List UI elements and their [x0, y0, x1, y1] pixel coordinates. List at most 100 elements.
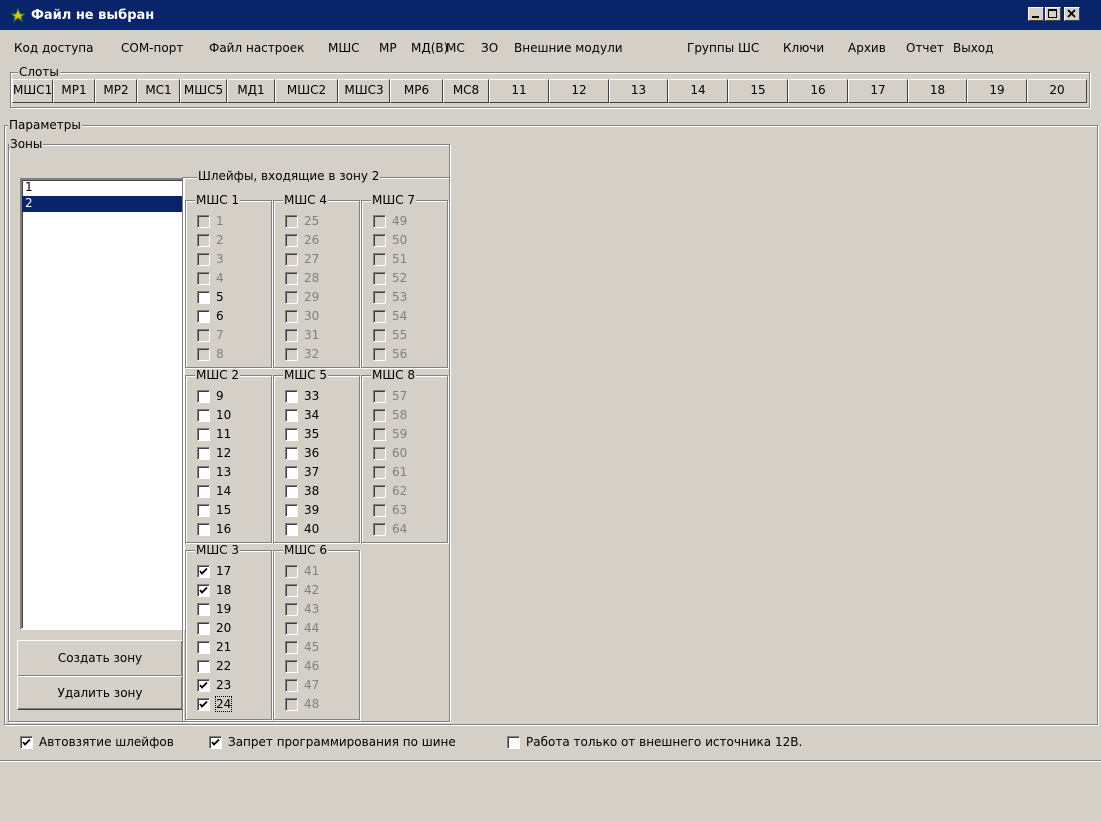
parameters-group-title: Параметры	[8, 118, 82, 132]
create-zone-button[interactable]: Создать зону	[17, 640, 183, 677]
slot-button-3[interactable]: МР2	[95, 79, 137, 103]
loop-label: 60	[392, 446, 408, 460]
loop-label: 55	[392, 328, 408, 342]
loop-checkbox	[285, 603, 298, 616]
loop-checkbox[interactable]	[285, 466, 298, 479]
slot-button-1[interactable]: МШС1	[12, 79, 53, 103]
slot-button-12[interactable]: 12	[549, 79, 609, 103]
menu-item-7[interactable]: МС	[446, 41, 465, 55]
slot-button-14[interactable]: 14	[668, 79, 728, 103]
loop-checkbox[interactable]	[285, 390, 298, 403]
loop-checkbox	[373, 310, 386, 323]
loop-checkbox[interactable]	[197, 523, 210, 536]
menu-item-6[interactable]: МД(В)	[411, 41, 448, 55]
slot-button-16[interactable]: 16	[788, 79, 848, 103]
loop-checkbox[interactable]	[197, 485, 210, 498]
loop-checkbox	[373, 215, 386, 228]
slot-button-10[interactable]: МС8	[443, 79, 489, 103]
delete-zone-button[interactable]: Удалить зону	[17, 676, 183, 710]
menu-item-2[interactable]: COM-порт	[121, 41, 183, 55]
loop-checkbox[interactable]	[197, 447, 210, 460]
loop-checkbox	[285, 329, 298, 342]
loop-checkbox	[373, 291, 386, 304]
slot-button-20[interactable]: 20	[1027, 79, 1087, 103]
menu-item-4[interactable]: МШС	[328, 41, 360, 55]
slot-button-4[interactable]: МС1	[137, 79, 180, 103]
loop-checkbox[interactable]	[197, 390, 210, 403]
loop-label: 38	[304, 484, 320, 498]
loop-checkbox[interactable]	[197, 584, 210, 597]
slot-button-9[interactable]: МР6	[390, 79, 443, 103]
module-title: МШС 7	[371, 193, 417, 207]
loop-checkbox[interactable]	[197, 660, 210, 673]
loop-checkbox[interactable]	[197, 641, 210, 654]
slot-button-11[interactable]: 11	[489, 79, 549, 103]
title-bar[interactable]: Файл не выбран	[0, 0, 1101, 30]
loop-label: 33	[304, 389, 320, 403]
slot-button-18[interactable]: 18	[908, 79, 967, 103]
loop-checkbox[interactable]	[197, 291, 210, 304]
loop-checkbox[interactable]	[197, 622, 210, 635]
loop-checkbox[interactable]	[285, 485, 298, 498]
loop-label: 6	[216, 309, 224, 323]
zone-list-item[interactable]: 1	[22, 180, 183, 196]
zone-list-item[interactable]: 2	[22, 196, 183, 212]
slot-button-6[interactable]: МД1	[227, 79, 275, 103]
loop-label: 30	[304, 309, 320, 323]
loop-label: 13	[216, 465, 232, 479]
checkmark-icon	[199, 586, 208, 594]
loop-checkbox[interactable]	[197, 565, 210, 578]
option-checkbox-3[interactable]	[507, 736, 520, 749]
loop-checkbox[interactable]	[197, 409, 210, 422]
loop-checkbox[interactable]	[285, 428, 298, 441]
loop-checkbox[interactable]	[197, 466, 210, 479]
loop-checkbox	[373, 485, 386, 498]
loop-checkbox[interactable]	[285, 447, 298, 460]
loop-checkbox[interactable]	[285, 409, 298, 422]
loop-checkbox[interactable]	[197, 698, 210, 711]
loop-checkbox[interactable]	[197, 679, 210, 692]
loop-checkbox[interactable]	[197, 310, 210, 323]
loop-label: 14	[216, 484, 232, 498]
menu-item-10[interactable]: Группы ШС	[687, 41, 759, 55]
loop-checkbox[interactable]	[197, 504, 210, 517]
minimize-icon	[1032, 16, 1039, 18]
loop-label: 41	[304, 564, 320, 578]
loop-checkbox	[197, 272, 210, 285]
slot-button-15[interactable]: 15	[728, 79, 788, 103]
loop-checkbox	[373, 390, 386, 403]
close-button[interactable]	[1064, 7, 1080, 21]
menu-item-5[interactable]: МР	[379, 41, 397, 55]
slot-button-7[interactable]: МШС2	[275, 79, 338, 103]
loop-checkbox[interactable]	[285, 504, 298, 517]
slot-button-17[interactable]: 17	[848, 79, 908, 103]
loop-checkbox[interactable]	[197, 603, 210, 616]
module-title: МШС 6	[283, 543, 329, 557]
loop-label: 35	[304, 427, 320, 441]
slot-button-19[interactable]: 19	[967, 79, 1027, 103]
menu-item-11[interactable]: Ключи	[783, 41, 824, 55]
loop-label: 36	[304, 446, 320, 460]
slot-button-5[interactable]: МШС5	[180, 79, 227, 103]
option-checkbox-1[interactable]	[20, 736, 33, 749]
menu-item-8[interactable]: ЗО	[481, 41, 498, 55]
menu-item-1[interactable]: Код доступа	[14, 41, 94, 55]
minimize-button[interactable]	[1028, 7, 1044, 21]
slot-button-2[interactable]: МР1	[53, 79, 95, 103]
menu-item-13[interactable]: Отчет	[906, 41, 944, 55]
menu-item-14[interactable]: Выход	[953, 41, 993, 55]
maximize-button[interactable]	[1045, 7, 1061, 21]
option-checkbox-2[interactable]	[209, 736, 222, 749]
menu-item-9[interactable]: Внешние модули	[514, 41, 623, 55]
loop-label: 23	[216, 678, 232, 692]
menu-item-3[interactable]: Файл настроек	[209, 41, 304, 55]
slot-button-13[interactable]: 13	[609, 79, 668, 103]
zone-list[interactable]: 12	[20, 178, 185, 630]
loop-checkbox[interactable]	[285, 523, 298, 536]
loop-label: 26	[304, 233, 320, 247]
loop-checkbox	[285, 565, 298, 578]
loop-label: 56	[392, 347, 408, 361]
slot-button-8[interactable]: МШС3	[338, 79, 390, 103]
loop-checkbox[interactable]	[197, 428, 210, 441]
menu-item-12[interactable]: Архив	[848, 41, 886, 55]
